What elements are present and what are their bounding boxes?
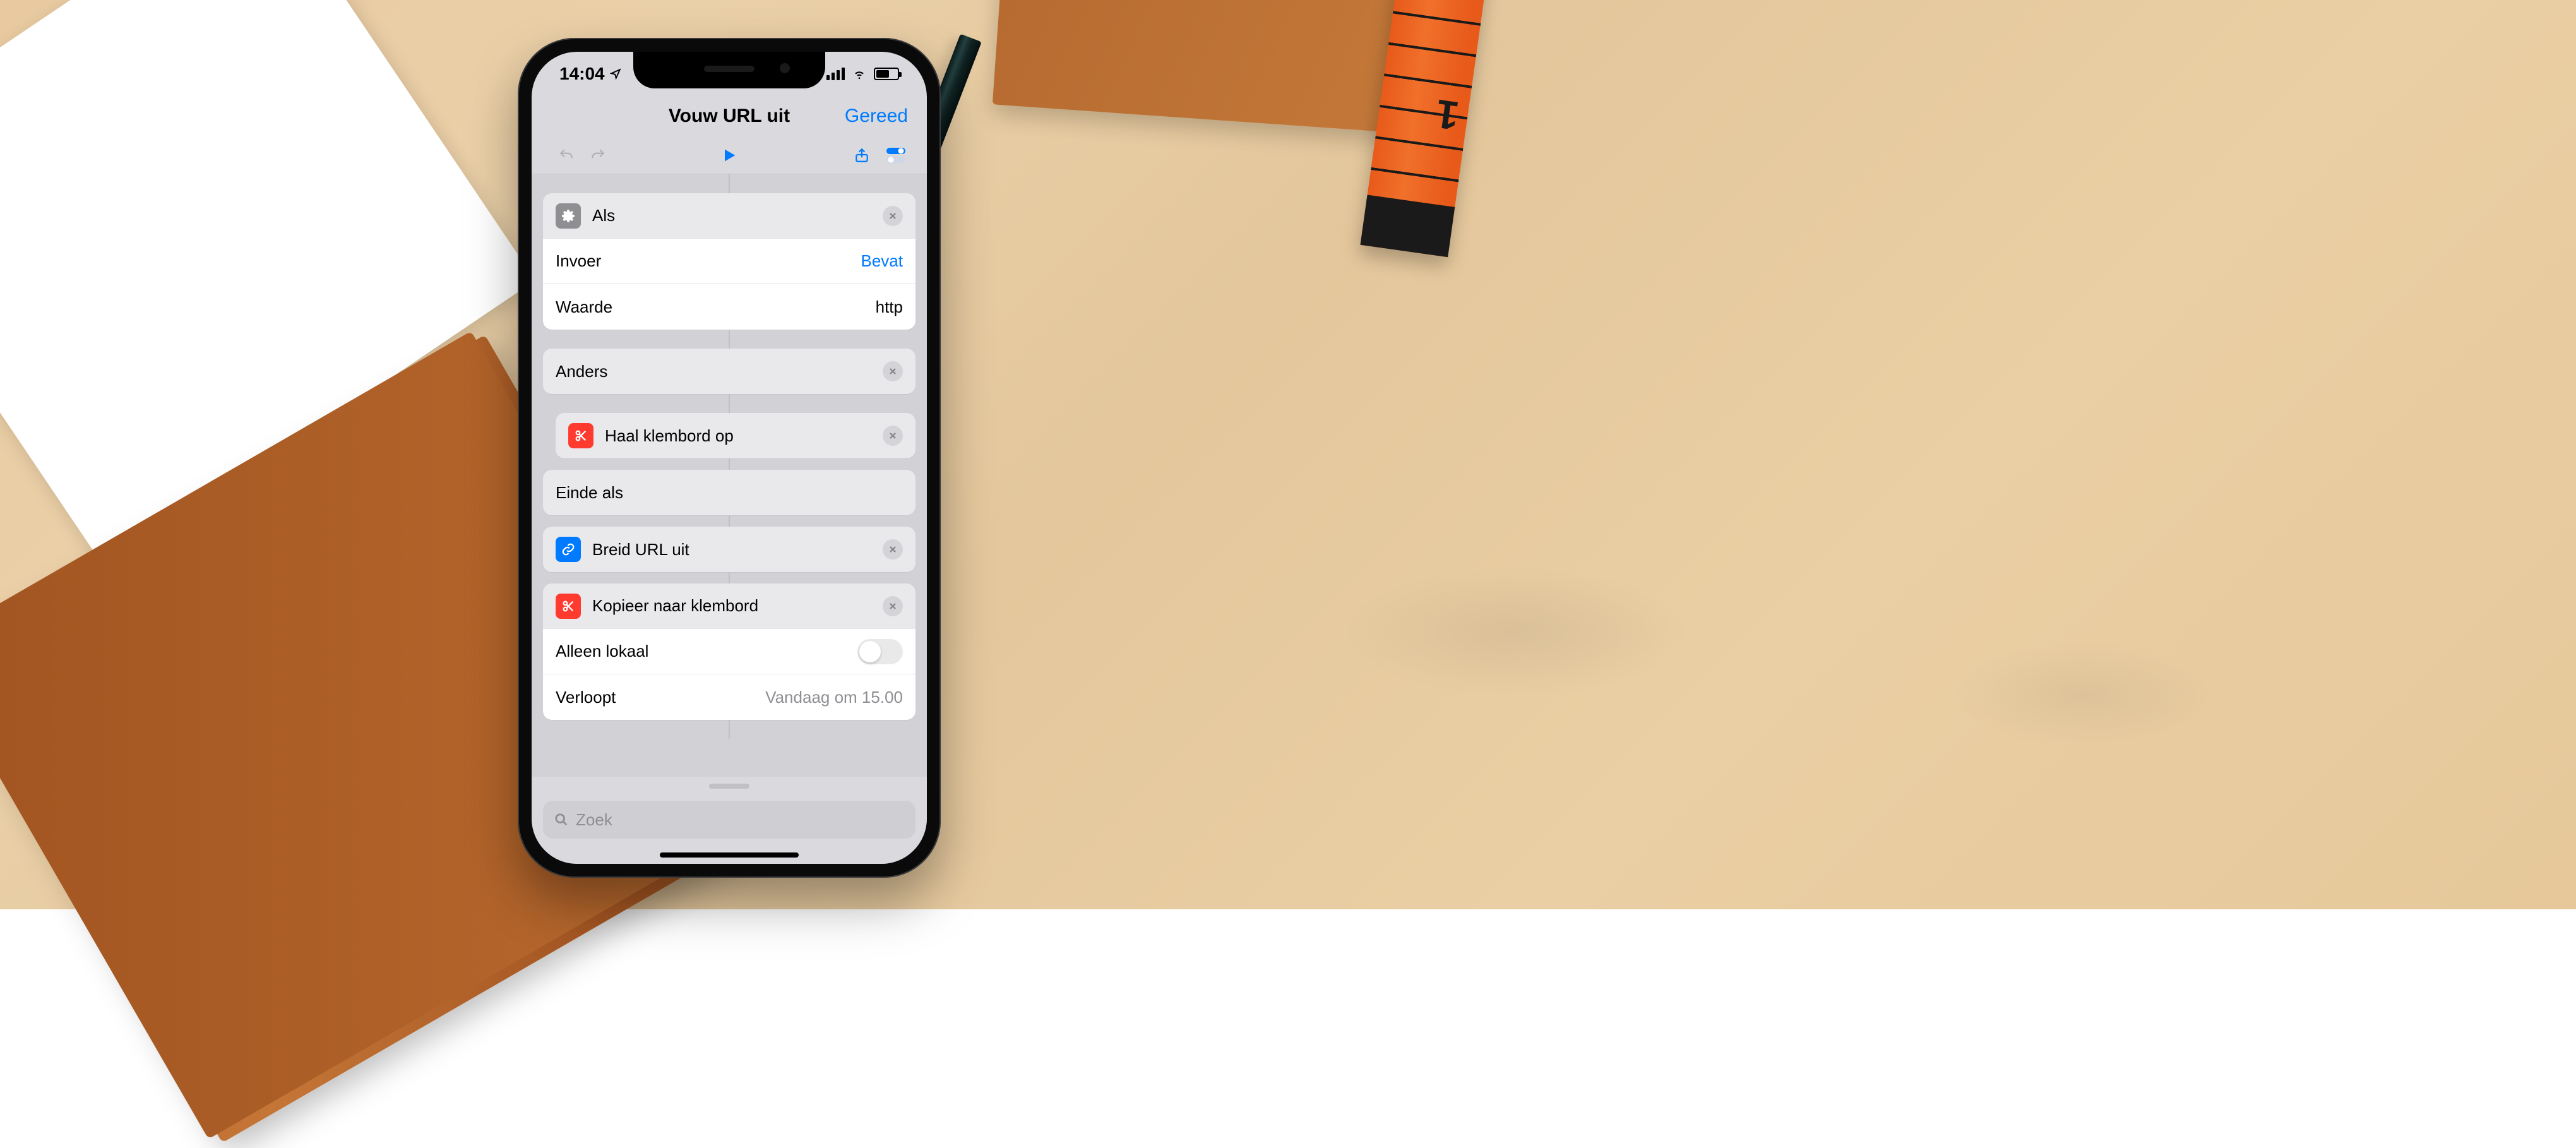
delete-action-button[interactable] xyxy=(883,206,903,226)
search-input[interactable]: Zoek xyxy=(543,801,915,839)
alleen-lokaal-toggle[interactable] xyxy=(857,639,903,664)
phone-screen: 14:04 Vouw URL uit Gereed xyxy=(532,52,927,864)
verloopt-value[interactable]: Vandaag om 15.00 xyxy=(765,688,903,707)
waarde-field[interactable]: http xyxy=(876,297,903,317)
actions-area[interactable]: Als Invoer Bevat Waarde http Ande xyxy=(532,174,927,777)
wifi-icon xyxy=(851,68,868,80)
undo-button[interactable] xyxy=(557,147,576,164)
waarde-label: Waarde xyxy=(556,297,876,317)
redo-button[interactable] xyxy=(588,147,607,164)
delete-action-button[interactable] xyxy=(883,539,903,559)
nav-bar: Vouw URL uit Gereed xyxy=(532,96,927,136)
toolbar xyxy=(532,136,927,174)
expand-url-title: Breid URL uit xyxy=(592,540,883,559)
drag-handle[interactable] xyxy=(532,777,927,796)
gear-icon xyxy=(556,203,581,229)
link-icon xyxy=(556,537,581,562)
page-title: Vouw URL uit xyxy=(669,105,790,127)
invoer-picker[interactable]: Bevat xyxy=(861,251,903,271)
endif-action-card[interactable]: Einde als xyxy=(543,470,915,515)
phone-notch xyxy=(633,52,825,88)
alleen-lokaal-label: Alleen lokaal xyxy=(556,642,857,661)
endif-title: Einde als xyxy=(556,483,903,503)
home-indicator[interactable] xyxy=(660,852,799,858)
delete-action-button[interactable] xyxy=(883,361,903,381)
phone-frame: 14:04 Vouw URL uit Gereed xyxy=(518,38,941,878)
expand-url-action-card[interactable]: Breid URL uit xyxy=(543,527,915,572)
run-button[interactable] xyxy=(720,146,738,164)
cell-signal-icon xyxy=(826,68,845,80)
share-button[interactable] xyxy=(854,146,870,165)
battery-icon xyxy=(874,68,899,80)
delete-action-button[interactable] xyxy=(883,426,903,446)
if-action-title: Als xyxy=(592,206,883,225)
get-clipboard-title: Haal klembord op xyxy=(605,426,883,446)
verloopt-label: Verloopt xyxy=(556,688,765,707)
get-clipboard-action-card[interactable]: Haal klembord op xyxy=(556,413,915,458)
else-action-title: Anders xyxy=(556,362,883,381)
scissors-icon xyxy=(568,423,593,448)
location-icon xyxy=(610,68,621,80)
if-action-card[interactable]: Als Invoer Bevat Waarde http xyxy=(543,193,915,330)
delete-action-button[interactable] xyxy=(883,596,903,616)
search-icon xyxy=(554,813,568,827)
settings-toggle-button[interactable] xyxy=(886,147,905,164)
status-time: 14:04 xyxy=(559,64,605,84)
invoer-label: Invoer xyxy=(556,251,861,271)
copy-to-clipboard-action-card[interactable]: Kopieer naar klembord Alleen lokaal Verl… xyxy=(543,583,915,720)
done-button[interactable]: Gereed xyxy=(845,105,908,127)
search-placeholder: Zoek xyxy=(576,810,612,830)
copy-to-clipboard-title: Kopieer naar klembord xyxy=(592,596,883,616)
scissors-icon xyxy=(556,594,581,619)
bottom-panel: Zoek xyxy=(532,777,927,864)
else-action-card[interactable]: Anders xyxy=(543,349,915,394)
